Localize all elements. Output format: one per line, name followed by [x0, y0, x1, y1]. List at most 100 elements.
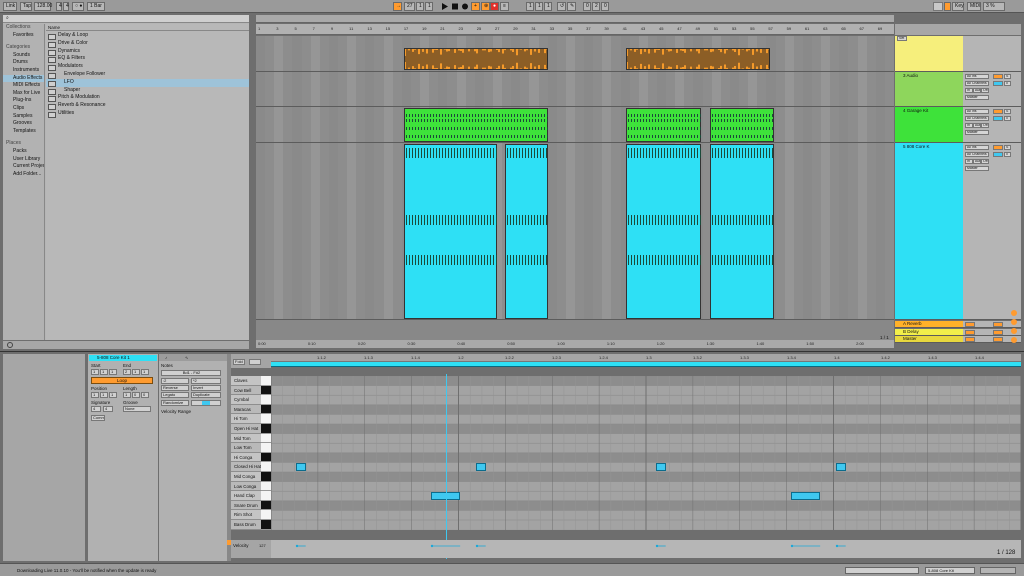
- drum-pad-label[interactable]: Mid Tom: [231, 433, 261, 444]
- volume-field[interactable]: [993, 152, 1003, 157]
- folder-item[interactable]: Reverb & Resonance: [46, 102, 249, 110]
- clip-name-field[interactable]: 5-808 Core Kit 1: [89, 355, 157, 361]
- mixer-control[interactable]: Master: [965, 166, 989, 171]
- midi-map-button[interactable]: MIDI: [967, 2, 981, 11]
- set-button[interactable]: Set: [897, 36, 907, 41]
- fold-button[interactable]: Fold: [233, 359, 245, 365]
- piano-key[interactable]: [261, 424, 271, 434]
- folder-item[interactable]: Envelope Follower: [46, 71, 249, 79]
- categories-item[interactable]: Grooves: [3, 120, 44, 128]
- sig-den[interactable]: 4: [63, 2, 69, 11]
- arrangement-lane[interactable]: [256, 143, 894, 320]
- piano-key[interactable]: [261, 481, 271, 492]
- arrangement-clip[interactable]: [710, 144, 774, 319]
- drum-pad-label[interactable]: Open Hi Hat: [231, 424, 261, 434]
- drum-pad-label[interactable]: Hi Tom: [231, 414, 261, 424]
- categories-item[interactable]: Drums: [3, 59, 44, 67]
- mixer-control[interactable]: In: [965, 159, 973, 164]
- activator-button[interactable]: [993, 74, 1003, 79]
- piano-key[interactable]: [261, 491, 271, 501]
- piano-key[interactable]: [261, 385, 271, 396]
- key-map-button[interactable]: Key: [952, 2, 964, 11]
- position-sixteenth[interactable]: 1: [109, 392, 117, 398]
- tempo-field[interactable]: 128.00: [34, 2, 52, 11]
- return-activator[interactable]: [965, 329, 975, 335]
- computer-keyboard-button[interactable]: [933, 2, 943, 11]
- midi-note[interactable]: [791, 492, 821, 500]
- loop-switch[interactable]: ↺: [557, 2, 566, 11]
- bar-ruler[interactable]: 1 3 5 7 9 11 13 15 17 19 21 23 25 27 29 31 33 35 37 39 41 43 4…: [256, 24, 894, 35]
- track-header[interactable]: 3 Audio: [895, 72, 963, 107]
- pan-field[interactable]: 0: [1004, 152, 1011, 157]
- mixer-control[interactable]: All Channels: [965, 116, 989, 121]
- return-track-header[interactable]: Master: [895, 336, 963, 343]
- loop-length-sixteenth[interactable]: 0: [601, 2, 609, 11]
- return-send[interactable]: [993, 322, 1003, 327]
- folder-item[interactable]: LFO: [46, 78, 249, 87]
- mixer-control[interactable]: All Ins: [965, 145, 989, 150]
- solo-button[interactable]: S: [1004, 145, 1011, 150]
- play-button[interactable]: [440, 2, 450, 11]
- sig-num[interactable]: 4: [56, 2, 62, 11]
- categories-item[interactable]: Instruments: [3, 67, 44, 75]
- end-beat[interactable]: 1: [132, 369, 140, 375]
- places-item[interactable]: Current Project: [3, 163, 44, 171]
- position-beat[interactable]: 1: [100, 392, 108, 398]
- overview-strip[interactable]: [845, 567, 919, 574]
- return-track-header[interactable]: B Delay: [895, 328, 963, 336]
- arrangement-lane[interactable]: [256, 72, 894, 107]
- end-sixteenth[interactable]: 1: [141, 369, 149, 375]
- mixer-control[interactable]: Auto: [973, 88, 981, 93]
- drum-pad-label[interactable]: Snare Drum: [231, 500, 261, 511]
- mixer-control[interactable]: Master: [965, 95, 989, 100]
- loop-start-bar[interactable]: 1: [526, 2, 534, 11]
- loop-length-bar[interactable]: 0: [583, 2, 591, 11]
- pan-field[interactable]: 0: [1004, 116, 1011, 121]
- mixer-control[interactable]: Off: [981, 123, 989, 128]
- arrangement-clip[interactable]: [626, 45, 770, 73]
- tap-button[interactable]: Tap: [20, 2, 32, 11]
- stop-button[interactable]: [450, 2, 460, 11]
- piano-key[interactable]: [261, 376, 271, 386]
- browser-search-input[interactable]: [13, 16, 213, 22]
- folder-item[interactable]: Modulators: [46, 63, 249, 71]
- randomize-amount[interactable]: [191, 400, 221, 406]
- mixer-control[interactable]: In: [965, 123, 973, 128]
- return-send[interactable]: [993, 329, 1003, 335]
- drum-pad-label[interactable]: Cymbal: [231, 395, 261, 405]
- drum-pad-label[interactable]: Rim Shot: [231, 510, 261, 520]
- arrangement-lane[interactable]: [256, 107, 894, 143]
- folder-item[interactable]: Shaper: [46, 87, 249, 95]
- solo-button[interactable]: S: [1004, 74, 1011, 79]
- groove-select[interactable]: None: [123, 406, 151, 412]
- return-activator[interactable]: [965, 322, 975, 327]
- activator-button[interactable]: [993, 145, 1003, 150]
- arrangement-pos-bar[interactable]: 27: [404, 2, 415, 11]
- loop-start-beat[interactable]: 1: [535, 2, 543, 11]
- arrangement-pos-sixteenth[interactable]: 1: [425, 2, 433, 11]
- reverse-button[interactable]: Reverse: [161, 385, 189, 391]
- mixer-control[interactable]: Auto: [973, 159, 981, 164]
- categories-item[interactable]: Samples: [3, 113, 44, 121]
- categories-item[interactable]: Max for Live: [3, 90, 44, 98]
- piano-key[interactable]: [261, 520, 271, 530]
- mixer-control[interactable]: In: [965, 88, 973, 93]
- loop-start-sixteenth[interactable]: 1: [544, 2, 552, 11]
- arrangement-clip[interactable]: [505, 144, 548, 319]
- collections-item[interactable]: Favorites: [3, 32, 44, 40]
- mixer-control[interactable]: Off: [981, 159, 989, 164]
- mixer-control[interactable]: Off: [981, 88, 989, 93]
- return-activator[interactable]: [965, 337, 975, 342]
- drum-pad-label[interactable]: Closed Hi Hat: [231, 462, 261, 472]
- note-editor[interactable]: [231, 376, 1021, 530]
- start-bar[interactable]: 1: [91, 369, 99, 375]
- duplicate-button[interactable]: Duplicate: [191, 392, 221, 398]
- mixer-control[interactable]: All Ins: [965, 109, 989, 114]
- pan-field[interactable]: 0: [1004, 81, 1011, 86]
- categories-item[interactable]: Plug-Ins: [3, 97, 44, 105]
- piano-key[interactable]: [261, 404, 271, 415]
- piano-key[interactable]: [261, 443, 271, 453]
- mixer-control[interactable]: Master: [965, 130, 989, 135]
- arrangement-clip[interactable]: [626, 108, 701, 142]
- volume-field[interactable]: [993, 81, 1003, 86]
